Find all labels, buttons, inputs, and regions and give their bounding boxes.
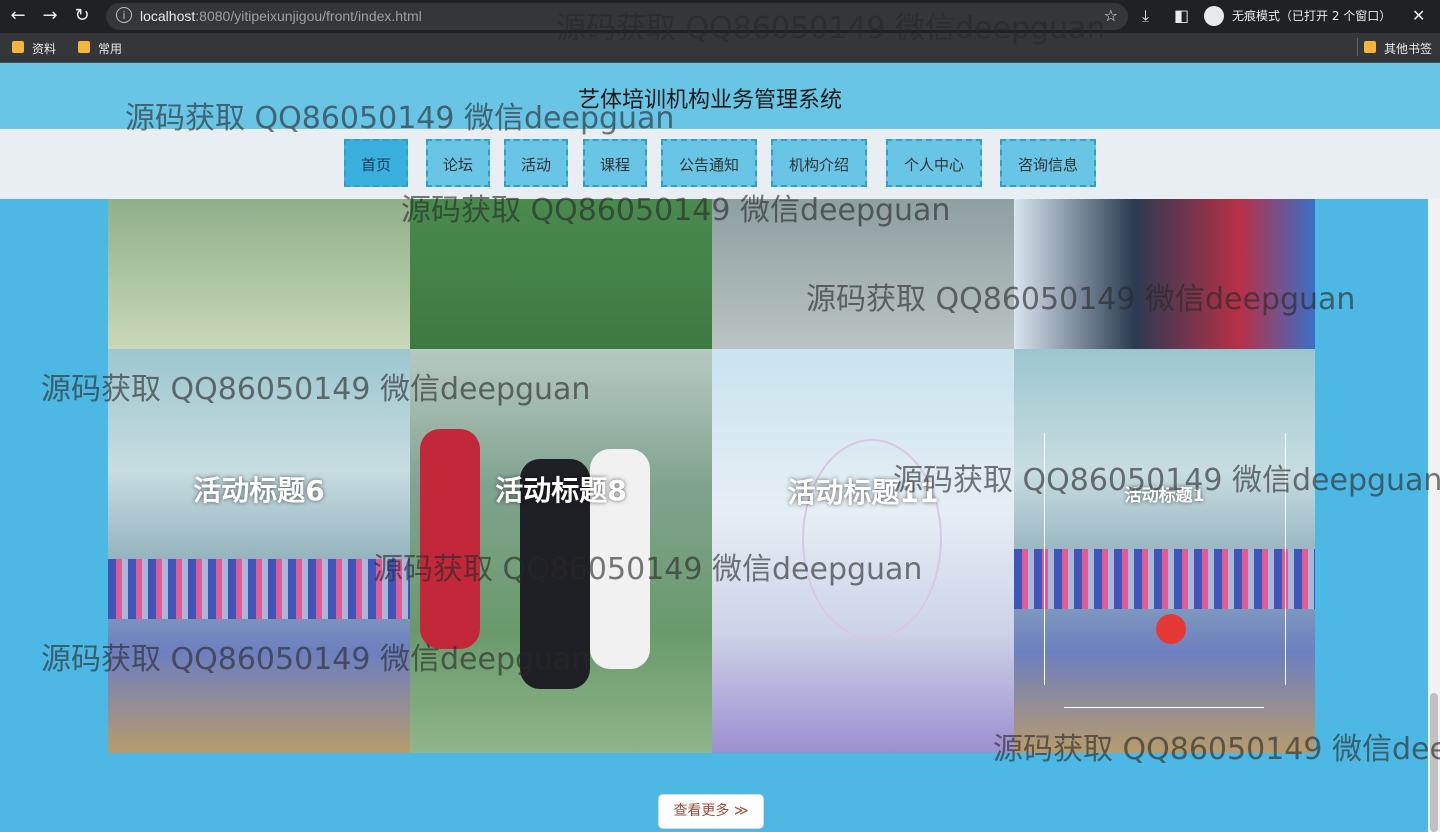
watermark: 源码获取 QQ86050149 微信dee xyxy=(993,732,1440,767)
bookmark-star-icon[interactable]: ☆ xyxy=(1104,6,1118,25)
page-viewport: 艺体培训机构业务管理系统 首页 论坛 活动 课程 公告通知 机构介绍 个人中心 … xyxy=(0,63,1440,832)
activity-photo xyxy=(108,559,410,619)
folder-icon xyxy=(12,41,24,53)
nav-item-forum[interactable]: 论坛 xyxy=(426,139,490,187)
watermark: 源码获取 QQ86050149 微信deepguan xyxy=(806,282,1356,317)
activity-image[interactable] xyxy=(108,199,410,349)
watermark: 源码获取 QQ86050149 微信deepguan xyxy=(373,552,923,587)
incognito-indicator[interactable]: 无痕模式（已打开 2 个窗口） xyxy=(1204,4,1391,28)
nav-item-home[interactable]: 首页 xyxy=(344,139,408,187)
watermark: 源码获取 QQ86050149 微信deepguan xyxy=(41,372,591,407)
nav-item-profile[interactable]: 个人中心 xyxy=(886,139,982,187)
view-more-button[interactable]: 查看更多 ≫ xyxy=(658,794,764,829)
nav-item-activity[interactable]: 活动 xyxy=(504,139,568,187)
close-icon[interactable]: ✕ xyxy=(1412,6,1425,25)
nav-item-course[interactable]: 课程 xyxy=(583,139,647,187)
watermark: 源码获取 QQ86050149 微信deepguan xyxy=(401,193,951,228)
nav-item-about[interactable]: 机构介绍 xyxy=(771,139,867,187)
nav-item-notice[interactable]: 公告通知 xyxy=(661,139,757,187)
forward-icon[interactable]: → xyxy=(38,5,62,27)
activity-title: 活动标题6 xyxy=(193,474,325,507)
folder-icon xyxy=(78,41,90,53)
hover-line xyxy=(1064,707,1264,708)
activity-card-6[interactable]: 活动标题6 xyxy=(108,349,410,753)
watermark: 源码获取 QQ86050149 微信deepguan xyxy=(556,11,1106,46)
nav-item-consult[interactable]: 咨询信息 xyxy=(1000,139,1096,187)
download-icon[interactable]: ⤓ xyxy=(1142,6,1149,26)
bookmark-folder[interactable]: 常用 xyxy=(78,40,122,57)
activity-photo xyxy=(420,429,480,649)
other-bookmarks[interactable]: 其他书签 xyxy=(1364,40,1432,57)
back-icon[interactable]: ← xyxy=(6,5,30,27)
reload-icon[interactable]: ↻ xyxy=(70,5,94,27)
activity-card-1[interactable]: 活动标题1 xyxy=(1014,349,1315,753)
watermark: 源码获取 QQ86050149 微信deepguan xyxy=(125,101,675,136)
cursor-indicator xyxy=(1156,614,1186,644)
sidepanel-icon[interactable]: ◧ xyxy=(1174,6,1189,25)
url-text: localhost:8080/yitipeixunjigou/front/ind… xyxy=(140,8,422,24)
bookmark-separator xyxy=(1357,38,1358,56)
watermark: 源码获取 QQ86050149 微信deepguan xyxy=(893,463,1440,498)
watermark: 源码获取 QQ86050149 微信deepguan xyxy=(41,642,591,677)
site-info-icon[interactable]: i xyxy=(116,7,132,23)
folder-icon xyxy=(1364,41,1376,53)
bookmark-folder[interactable]: 资料 xyxy=(12,40,56,57)
incognito-icon xyxy=(1204,6,1224,26)
activity-title: 活动标题8 xyxy=(495,474,627,507)
